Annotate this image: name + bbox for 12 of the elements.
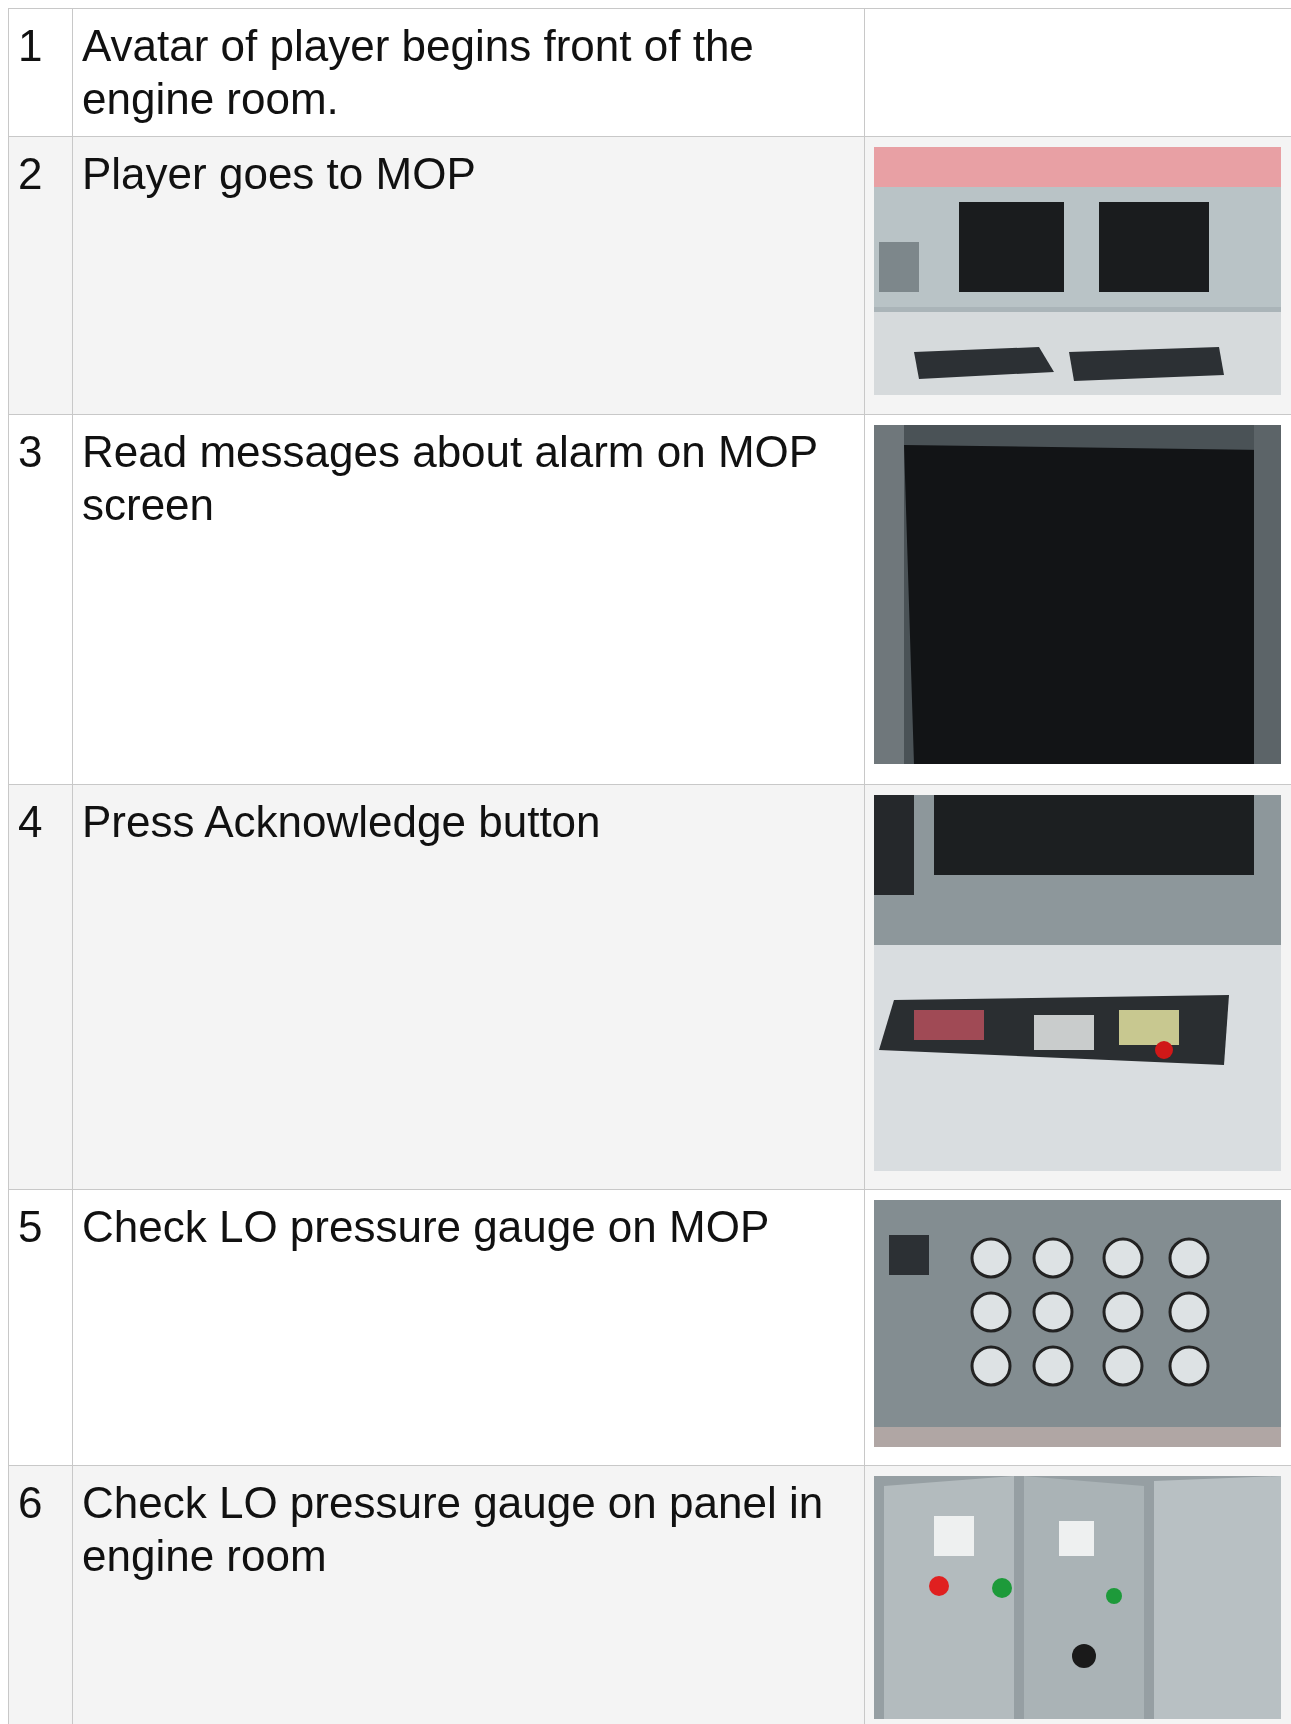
step-description: Press Acknowledge button [82,796,602,848]
step-description: Check LO pressure gauge on panel in engine room [82,1477,825,1582]
row-number: 4 [18,796,44,848]
row-number: 5 [18,1201,44,1253]
row-number: 3 [18,426,44,478]
step-description: Read messages about alarm on MOP screen [82,426,819,531]
step-description: Player goes to MOP [82,148,477,200]
row-number: 6 [18,1477,44,1529]
row-number: 2 [18,148,44,200]
row-number: 1 [18,20,44,72]
step-description: Check LO pressure gauge on MOP [82,1201,771,1253]
step-description: Avatar of player begins front of the engine room. [82,20,755,125]
